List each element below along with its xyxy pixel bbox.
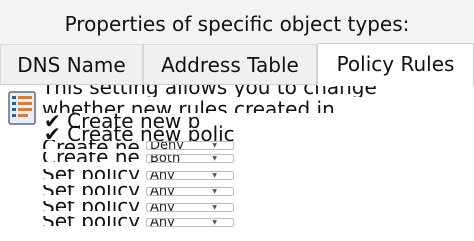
row-label: Set policy xyxy=(42,185,140,195)
checkbox-create-new-policy[interactable]: ✔ Create new polic xyxy=(44,125,234,141)
dropdown-value: Any xyxy=(150,187,175,196)
tab-label: Address Table xyxy=(161,53,299,77)
dropdown-any-3[interactable]: Any ▼ xyxy=(146,203,234,212)
tab-address-table[interactable]: Address Table xyxy=(143,44,317,85)
chevron-down-icon: ▼ xyxy=(212,142,217,149)
row-label: Set policy xyxy=(42,201,140,211)
chevron-down-icon: ▼ xyxy=(212,172,217,179)
chevron-down-icon: ▼ xyxy=(212,204,217,211)
policy-rules-panel: This setting allows you to change whethe… xyxy=(0,84,474,241)
chevron-down-icon: ▼ xyxy=(212,219,217,226)
chevron-down-icon: ▼ xyxy=(212,188,217,195)
description-line-2: whether new rules created in xyxy=(42,97,335,113)
tab-policy-rules[interactable]: Policy Rules xyxy=(317,43,474,86)
checkmark-icon: ✔ xyxy=(44,125,61,141)
row-label: Set policy xyxy=(42,216,140,226)
dropdown-any-4[interactable]: Any ▼ xyxy=(146,218,234,227)
tab-label: DNS Name xyxy=(17,53,126,77)
row-label: Create ne xyxy=(42,140,140,149)
chevron-down-icon: ▼ xyxy=(212,155,217,162)
dropdown-value: Deny xyxy=(150,141,184,150)
row-label: Set policy xyxy=(42,169,140,179)
dropdown-value: Any xyxy=(150,171,175,180)
dropdown-value: Both xyxy=(150,154,181,163)
description-line-1: This setting allows you to change xyxy=(42,85,377,97)
row-label: Create ne xyxy=(42,152,140,162)
checkbox-label: Create new polic xyxy=(67,125,234,141)
dropdown-any-2[interactable]: Any ▼ xyxy=(146,187,234,196)
dialog-heading: Properties of specific object types: xyxy=(64,12,410,36)
tab-label: Policy Rules xyxy=(336,52,455,76)
dropdown-any-1[interactable]: Any ▼ xyxy=(146,171,234,180)
dropdown-value: Any xyxy=(150,203,175,212)
tab-dns-name[interactable]: DNS Name xyxy=(0,44,143,85)
dropdown-both[interactable]: Both ▼ xyxy=(146,154,234,163)
dropdown-value: Any xyxy=(150,218,175,227)
dropdown-deny[interactable]: Deny ▼ xyxy=(146,141,234,150)
